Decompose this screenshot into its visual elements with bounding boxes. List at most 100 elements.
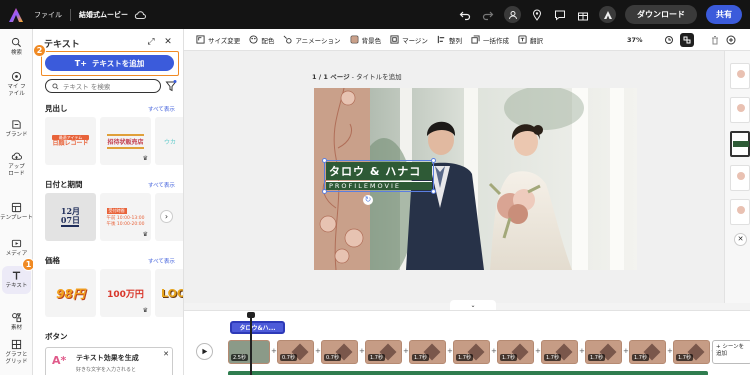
price-template-thumb[interactable]: 100万円 ♛ (100, 269, 151, 317)
rail-media[interactable]: メディア (0, 238, 33, 258)
close-icon[interactable]: ✕ (163, 37, 173, 47)
redo-icon[interactable] (481, 8, 495, 22)
scene-clip[interactable]: 1.7秒 (409, 340, 446, 364)
rail-my-files[interactable]: マイ ファイル (0, 71, 33, 97)
resize-handle[interactable] (431, 158, 436, 163)
resize-button[interactable]: サイズ変更 (196, 35, 240, 45)
rail-search[interactable]: 検索 (0, 37, 33, 57)
sparkle-a-icon: A* (52, 354, 67, 367)
insert-scene-icon[interactable]: + (667, 348, 673, 355)
text-search-input[interactable]: テキスト を検索 (45, 79, 161, 93)
undo-icon[interactable] (458, 8, 472, 22)
file-menu[interactable]: ファイル (34, 10, 62, 20)
scene-clip[interactable]: 0.7秒 (321, 340, 358, 364)
scene-clip[interactable]: 2.5秒 (228, 340, 270, 364)
play-button[interactable] (196, 343, 213, 360)
page-thumb[interactable] (730, 63, 750, 89)
location-pin-icon[interactable] (530, 8, 544, 22)
rail-upload[interactable]: アップ ロード (0, 151, 33, 177)
background-color-button[interactable]: 背景色 (350, 35, 381, 45)
align-button[interactable]: 整列 (437, 35, 462, 45)
text-track-clip[interactable]: タロウ&ハ... (230, 321, 285, 334)
add-user-icon[interactable] (504, 6, 521, 23)
chevron-right-icon[interactable]: › (160, 210, 173, 223)
margin-button[interactable]: マージン (390, 35, 428, 45)
playhead[interactable] (247, 312, 255, 375)
heading-template-thumb[interactable]: ウカ (155, 117, 183, 165)
bulk-create-icon (471, 35, 480, 44)
bulk-create-button[interactable]: 一括作成 (471, 35, 509, 45)
date-template-thumb[interactable]: 受付時間 午前 10:00-13:00 午後 10:00-20:00 ♛ (100, 193, 151, 241)
scene-clip[interactable]: 1.7秒 (365, 340, 402, 364)
share-button[interactable]: 共有 (706, 5, 742, 24)
filter-icon[interactable] (165, 80, 177, 92)
clip-duration: 1.7秒 (368, 354, 385, 361)
date-template-thumb[interactable]: 12月 07日 (45, 193, 96, 241)
page-thumb-selected[interactable] (730, 131, 750, 157)
comment-icon[interactable] (553, 8, 567, 22)
resize-icon (196, 35, 205, 44)
insert-scene-icon[interactable]: + (579, 348, 585, 355)
rail-elements[interactable]: 素材 (0, 312, 33, 332)
rail-label: グラフと グリッド (5, 352, 28, 365)
page-thumb[interactable] (730, 165, 750, 191)
resize-handle[interactable] (431, 189, 436, 194)
gift-icon[interactable] (576, 8, 590, 22)
insert-scene-icon[interactable]: + (623, 348, 629, 355)
resize-handle[interactable] (322, 158, 327, 163)
price-template-thumb[interactable]: LOO (155, 269, 183, 317)
insert-scene-icon[interactable]: + (491, 348, 497, 355)
fit-screen-icon[interactable] (662, 33, 676, 47)
rail-brand[interactable]: ブランド (0, 119, 33, 139)
clip-duration: 2.5秒 (231, 354, 248, 361)
scene-clip[interactable]: 1.7秒 (541, 340, 578, 364)
expand-icon[interactable]: ⤢ (146, 37, 156, 47)
color-scheme-button[interactable]: 配色 (249, 35, 274, 45)
see-all-link[interactable]: すべて表示 (148, 181, 175, 189)
heading-template-thumb[interactable]: 最適アイテム 日顔レコード (45, 117, 96, 165)
scene-clip[interactable]: 1.7秒 (585, 340, 622, 364)
insert-scene-icon[interactable]: + (315, 348, 321, 355)
app-logo-icon[interactable] (8, 7, 24, 23)
close-icon[interactable]: ✕ (734, 233, 747, 246)
document-title[interactable]: 結婚式ムービー (79, 10, 128, 20)
scene-clip[interactable]: 1.7秒 (497, 340, 534, 364)
insert-scene-icon[interactable]: + (535, 348, 541, 355)
add-scene-button[interactable]: + シーンを追加 (712, 340, 750, 364)
rail-charts-grids[interactable]: グラフと グリッド (0, 339, 33, 365)
download-button[interactable]: ダウンロード (625, 5, 697, 24)
rail-templates[interactable]: テンプレート (0, 202, 33, 222)
title-text-element[interactable]: タロウ & ハナコ PROFILEMOVIE ↻ (322, 158, 436, 205)
see-all-link[interactable]: すべて表示 (148, 257, 175, 265)
animation-button[interactable]: アニメーション (283, 35, 341, 45)
scene-clip[interactable]: 0.7秒 (277, 340, 314, 364)
insert-scene-icon[interactable]: + (403, 348, 409, 355)
collapse-timeline-button[interactable]: ⌄ (450, 300, 496, 310)
see-all-link[interactable]: すべて表示 (148, 105, 175, 113)
add-text-button[interactable]: T+ テキストを追加 (45, 55, 174, 71)
add-page-icon[interactable] (724, 33, 738, 47)
add-text-highlight: T+ テキストを追加 (41, 51, 179, 76)
generate-text-effect-card[interactable]: A* テキスト効果を生成 好きな文字を入力されると ✕ (45, 347, 173, 375)
price-template-thumb[interactable]: 98円 (45, 269, 96, 317)
resize-handle[interactable] (322, 189, 327, 194)
page-thumb[interactable] (730, 199, 750, 225)
scene-clip[interactable]: 1.7秒 (453, 340, 490, 364)
trash-icon[interactable] (708, 33, 722, 47)
heading-template-thumb[interactable]: 招待状販売店 ♛ (100, 117, 151, 165)
close-icon[interactable]: ✕ (163, 350, 169, 358)
page-thumb[interactable] (730, 97, 750, 123)
rotate-icon[interactable]: ↻ (363, 195, 373, 205)
scene-clip[interactable]: 1.7秒 (673, 340, 710, 364)
insert-scene-icon[interactable]: + (359, 348, 365, 355)
design-page[interactable]: タロウ & ハナコ PROFILEMOVIE ↻ (314, 88, 637, 270)
translate-button[interactable]: 翻訳 (518, 35, 543, 45)
insert-scene-icon[interactable]: + (447, 348, 453, 355)
add-title-link[interactable]: - タイトルを追加 (352, 73, 402, 81)
layers-icon[interactable] (680, 33, 694, 47)
user-avatar[interactable] (599, 6, 616, 23)
scene-clip[interactable]: 1.7秒 (629, 340, 666, 364)
insert-scene-icon[interactable]: + (271, 348, 277, 355)
zoom-level[interactable]: 37% (627, 36, 643, 44)
audio-track[interactable] (228, 371, 708, 375)
